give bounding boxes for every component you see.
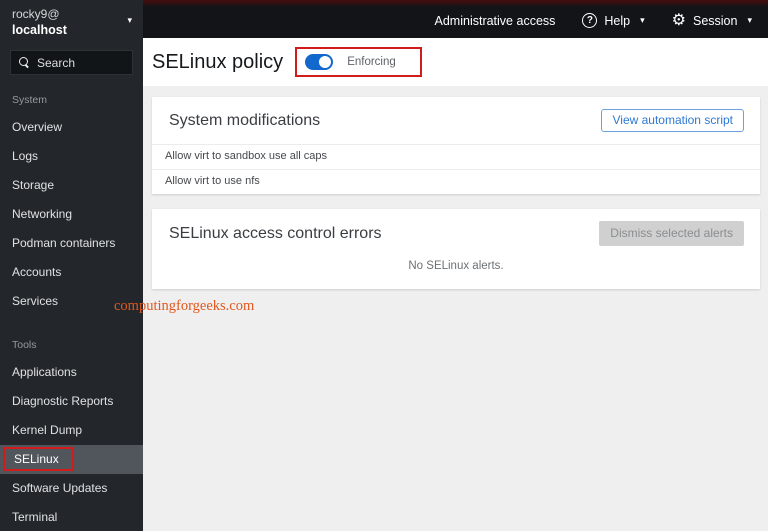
- administrative-access-button[interactable]: Administrative access: [435, 14, 556, 28]
- list-item[interactable]: Allow virt to sandbox use all caps: [152, 144, 760, 169]
- help-menu-label: Help: [604, 13, 631, 28]
- system-modifications-card: System modifications View automation scr…: [152, 97, 760, 194]
- modifications-list: Allow virt to sandbox use all caps Allow…: [152, 144, 760, 194]
- session-menu-label: Session: [692, 13, 738, 28]
- sidebar-item-label: SELinux: [14, 452, 59, 466]
- section-label-system: System: [12, 94, 48, 106]
- card-title: SELinux access control errors: [169, 224, 382, 242]
- card-header: SELinux access control errors Dismiss se…: [152, 209, 760, 258]
- page-header: SELinux policy Enforcing: [143, 38, 768, 86]
- host-user: rocky9@: [12, 7, 60, 21]
- sidebar-item-storage[interactable]: Storage: [0, 171, 143, 200]
- app-root: rocky9@ localhost ▾ System Overview Logs…: [0, 0, 768, 531]
- host-name: localhost: [12, 23, 67, 37]
- list-item[interactable]: Allow virt to use nfs: [152, 169, 760, 194]
- annotation-box-toggle: Enforcing: [295, 47, 422, 77]
- view-automation-script-button[interactable]: View automation script: [601, 109, 744, 132]
- enforcing-toggle[interactable]: [305, 54, 334, 70]
- chevron-down-icon: ▾: [747, 15, 752, 25]
- sidebar-item-overview[interactable]: Overview: [0, 113, 143, 142]
- search-input[interactable]: [37, 55, 124, 70]
- search-icon: [19, 57, 30, 68]
- annotation-box-selinux: SELinux: [3, 447, 74, 471]
- search-box[interactable]: [10, 50, 133, 75]
- section-label-tools: Tools: [12, 339, 37, 351]
- chevron-down-icon: ▾: [127, 15, 132, 25]
- masthead: Administrative access ? Help ▾ ⚙ Session…: [143, 0, 768, 38]
- sidebar-item-podman-containers[interactable]: Podman containers: [0, 229, 143, 258]
- sidebar: rocky9@ localhost ▾ System Overview Logs…: [0, 0, 143, 531]
- toggle-state-label: Enforcing: [347, 56, 396, 68]
- sidebar-item-services[interactable]: Services: [0, 287, 143, 316]
- page-content: System modifications View automation scr…: [143, 86, 768, 531]
- sidebar-item-terminal[interactable]: Terminal: [0, 503, 143, 531]
- toggle-knob: [319, 56, 332, 68]
- page-title: SELinux policy: [152, 50, 284, 73]
- sidebar-item-kernel-dump[interactable]: Kernel Dump: [0, 416, 143, 445]
- help-menu[interactable]: ? Help ▾: [582, 13, 645, 28]
- card-header: System modifications View automation scr…: [152, 97, 760, 144]
- sidebar-item-applications[interactable]: Applications: [0, 358, 143, 387]
- empty-state-text: No SELinux alerts.: [408, 260, 504, 272]
- gear-icon: ⚙: [671, 11, 686, 29]
- chevron-down-icon: ▾: [640, 15, 645, 25]
- host-switcher[interactable]: rocky9@ localhost ▾: [0, 0, 143, 43]
- card-title: System modifications: [169, 111, 321, 129]
- sidebar-item-diagnostic-reports[interactable]: Diagnostic Reports: [0, 387, 143, 416]
- sidebar-item-selinux[interactable]: SELinux: [0, 445, 143, 474]
- sidebar-item-software-updates[interactable]: Software Updates: [0, 474, 143, 503]
- dismiss-selected-alerts-button: Dismiss selected alerts: [599, 221, 744, 246]
- sidebar-item-accounts[interactable]: Accounts: [0, 258, 143, 287]
- sidebar-item-networking[interactable]: Networking: [0, 200, 143, 229]
- session-menu[interactable]: ⚙ Session ▾: [671, 11, 752, 29]
- access-control-errors-card: SELinux access control errors Dismiss se…: [152, 209, 760, 289]
- sidebar-item-logs[interactable]: Logs: [0, 142, 143, 171]
- help-icon: ?: [582, 13, 598, 28]
